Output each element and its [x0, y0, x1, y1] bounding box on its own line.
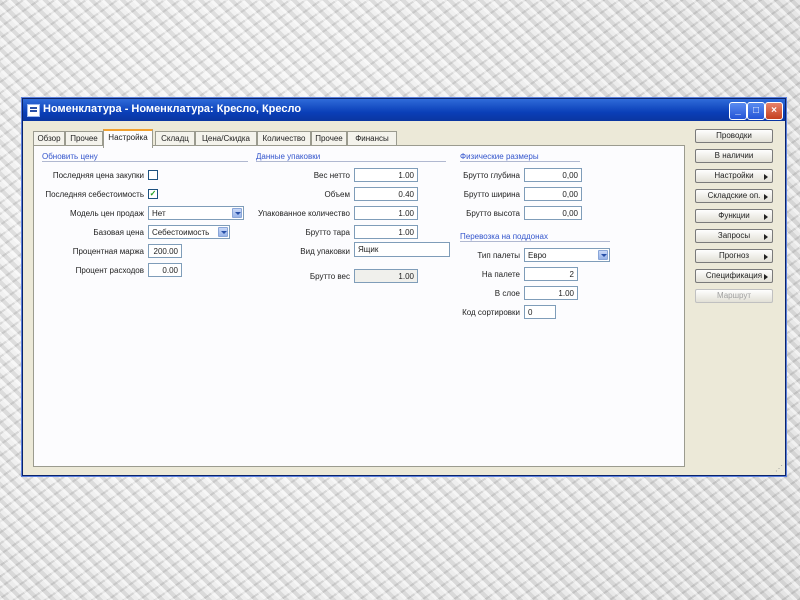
gross-height-field[interactable]: 0,00 [524, 206, 582, 220]
arrow-right-icon [764, 234, 768, 240]
tab-overview[interactable]: Обзор [33, 131, 65, 146]
sales-model-select[interactable]: Нет [148, 206, 244, 220]
arrow-right-icon [764, 194, 768, 200]
inquiries-button[interactable]: Запросы [695, 229, 773, 243]
packed-qty-label: Упакованное количество [258, 209, 350, 218]
tab-finance[interactable]: Финансы [347, 131, 397, 146]
gross-width-label: Брутто ширина [463, 190, 520, 199]
per-pallet-field[interactable]: 2 [524, 267, 578, 281]
gross-height-label: Брутто высота [466, 209, 520, 218]
last-cost-label: Последняя себестоимость [45, 190, 144, 199]
checkmark-icon: ✓ [149, 189, 157, 198]
inventory-ops-button-label: Складские оп. [707, 191, 761, 200]
tab-general[interactable]: Прочее [65, 131, 103, 146]
item-window: Номенклатура - Номенклатура: Кресло, Кре… [22, 98, 786, 476]
net-weight-field[interactable]: 1.00 [354, 168, 418, 182]
base-price-value: Себестоимость [152, 228, 210, 237]
percent-expense-label: Процент расходов [75, 266, 144, 275]
bom-button[interactable]: Спецификация [695, 269, 773, 283]
gross-depth-label: Брутто глубина [463, 171, 520, 180]
on-hand-button[interactable]: В наличии [695, 149, 773, 163]
on-hand-button-label: В наличии [714, 151, 754, 160]
inquiries-button-label: Запросы [717, 231, 751, 240]
window-title: Номенклатура - Номенклатура: Кресло, Кре… [43, 103, 302, 115]
resize-grip-icon[interactable]: ⋰ [775, 465, 783, 473]
per-layer-field[interactable]: 1.00 [524, 286, 578, 300]
close-icon[interactable]: × [765, 102, 783, 120]
net-weight-label: Вес нетто [313, 171, 350, 180]
arrow-right-icon [764, 254, 768, 260]
functions-button-label: Функции [718, 211, 750, 220]
packed-qty-field[interactable]: 1.00 [354, 206, 418, 220]
chevron-down-icon[interactable] [598, 250, 608, 260]
maximize-icon[interactable]: □ [747, 102, 765, 120]
gross-weight-field: 1.00 [354, 269, 418, 283]
tab-setup[interactable]: Настройка [103, 129, 153, 148]
functions-button[interactable]: Функции [695, 209, 773, 223]
inventory-ops-button[interactable]: Складские оп. [695, 189, 773, 203]
arrow-right-icon [764, 214, 768, 220]
base-price-label: Базовая цена [93, 228, 144, 237]
tab-quantity[interactable]: Количество [257, 131, 311, 146]
last-purchase-price-checkbox[interactable] [148, 170, 158, 180]
arrow-right-icon [764, 274, 768, 280]
percent-markup-label: Процентная маржа [72, 247, 144, 256]
pallet-type-select[interactable]: Евро [524, 248, 610, 262]
gross-width-field[interactable]: 0,00 [524, 187, 582, 201]
volume-label: Объем [324, 190, 351, 199]
gross-weight-label: Брутто вес [309, 272, 350, 281]
pallet-type-label: Тип палеты [477, 251, 520, 260]
settings-button-label: Настройки [714, 171, 754, 180]
gross-tare-field[interactable]: 1.00 [354, 225, 418, 239]
sales-model-label: Модель цен продаж [69, 209, 144, 218]
forecast-button-label: Прогноз [718, 251, 749, 260]
route-button: Маршрут [695, 289, 773, 303]
section-pallet-transport: Перевозка на поддонах [460, 232, 610, 242]
pallet-type-value: Евро [528, 251, 547, 260]
title-bar[interactable]: Номенклатура - Номенклатура: Кресло, Кре… [23, 99, 785, 121]
section-update-price: Обновить цену [42, 152, 248, 162]
forecast-button[interactable]: Прогноз [695, 249, 773, 263]
tab-price-discount[interactable]: Цена/Скидка [195, 131, 257, 146]
per-layer-label: В слое [494, 289, 520, 298]
arrow-right-icon [764, 174, 768, 180]
section-physical-dimensions: Физические размеры [460, 152, 580, 162]
tab-other[interactable]: Прочее [311, 131, 347, 146]
last-purchase-price-label: Последняя цена закупки [52, 171, 144, 180]
transactions-button[interactable]: Проводки [695, 129, 773, 143]
setup-panel: Обновить цену Последняя цена закупки Пос… [33, 145, 685, 467]
last-cost-checkbox[interactable]: ✓ [148, 189, 158, 199]
bom-button-label: Спецификация [705, 271, 763, 280]
volume-field[interactable]: 0.40 [354, 187, 418, 201]
settings-button[interactable]: Настройки [695, 169, 773, 183]
gross-tare-label: Брутто тара [305, 228, 350, 237]
percent-markup-field[interactable]: 200.00 [148, 244, 182, 258]
chevron-down-icon[interactable] [218, 227, 228, 237]
route-button-label: Маршрут [716, 291, 752, 300]
gross-depth-field[interactable]: 0,00 [524, 168, 582, 182]
percent-expense-field[interactable]: 0.00 [148, 263, 182, 277]
sales-model-value: Нет [152, 209, 166, 218]
minimize-icon[interactable]: _ [729, 102, 747, 120]
per-pallet-label: На палете [481, 270, 520, 279]
section-packing-data: Данные упаковки [256, 152, 446, 162]
sort-code-field[interactable]: 0 [524, 305, 556, 319]
table-icon [27, 104, 40, 117]
transactions-button-label: Проводки [716, 131, 752, 140]
base-price-select[interactable]: Себестоимость [148, 225, 230, 239]
pack-type-label: Вид упаковки [300, 247, 350, 256]
tab-warehouse[interactable]: Складц [155, 131, 195, 146]
sort-code-label: Код сортировки [462, 308, 520, 317]
